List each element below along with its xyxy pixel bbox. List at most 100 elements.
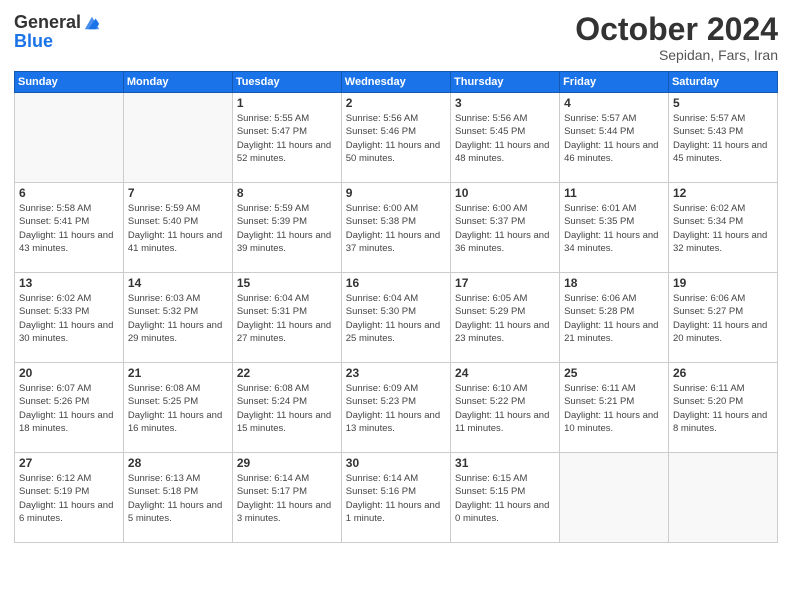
day-number: 9 [346, 186, 446, 200]
day-detail: Sunrise: 5:57 AMSunset: 5:43 PMDaylight:… [673, 112, 773, 165]
day-header-monday: Monday [123, 72, 232, 93]
calendar-day-cell: 31 Sunrise: 6:15 AMSunset: 5:15 PMDayligh… [451, 453, 560, 543]
calendar-day-cell: 15 Sunrise: 6:04 AMSunset: 5:31 PMDayligh… [232, 273, 341, 363]
title-block: October 2024 Sepidan, Fars, Iran [575, 12, 778, 63]
logo-icon [83, 14, 101, 32]
calendar-week-row: 20 Sunrise: 6:07 AMSunset: 5:26 PMDayligh… [15, 363, 778, 453]
day-number: 16 [346, 276, 446, 290]
day-number: 4 [564, 96, 664, 110]
calendar-day-cell: 19 Sunrise: 6:06 AMSunset: 5:27 PMDayligh… [668, 273, 777, 363]
calendar-week-row: 27 Sunrise: 6:12 AMSunset: 5:19 PMDayligh… [15, 453, 778, 543]
day-number: 21 [128, 366, 228, 380]
calendar-day-cell: 29Sunrise: 6:14 AMSunset: 5:17 PMDayligh… [232, 453, 341, 543]
day-header-saturday: Saturday [668, 72, 777, 93]
location-text: Sepidan, Fars, Iran [575, 47, 778, 63]
day-number: 29 [237, 456, 337, 470]
day-number: 7 [128, 186, 228, 200]
day-number: 17 [455, 276, 555, 290]
calendar-day-cell: 8Sunrise: 5:59 AMSunset: 5:39 PMDaylight… [232, 183, 341, 273]
day-detail: Sunrise: 5:57 AMSunset: 5:44 PMDaylight:… [564, 112, 664, 165]
day-number: 19 [673, 276, 773, 290]
calendar-day-cell: 12 Sunrise: 6:02 AMSunset: 5:34 PMDayligh… [668, 183, 777, 273]
day-detail: Sunrise: 6:13 AMSunset: 5:18 PMDaylight:… [128, 472, 228, 525]
day-detail: Sunrise: 5:56 AMSunset: 5:46 PMDaylight:… [346, 112, 446, 165]
day-number: 24 [455, 366, 555, 380]
day-detail: Sunrise: 5:56 AMSunset: 5:45 PMDaylight:… [455, 112, 555, 165]
day-detail: Sunrise: 6:15 AMSunset: 5:15 PMDaylight:… [455, 472, 555, 525]
day-detail: Sunrise: 6:06 AMSunset: 5:27 PMDaylight:… [673, 292, 773, 345]
day-detail: Sunrise: 6:11 AMSunset: 5:20 PMDaylight:… [673, 382, 773, 435]
day-number: 3 [455, 96, 555, 110]
day-detail: Sunrise: 6:04 AMSunset: 5:31 PMDaylight:… [237, 292, 337, 345]
calendar-day-cell: 9 Sunrise: 6:00 AMSunset: 5:38 PMDaylight… [341, 183, 450, 273]
calendar-day-cell: 7 Sunrise: 5:59 AMSunset: 5:40 PMDaylight… [123, 183, 232, 273]
day-number: 14 [128, 276, 228, 290]
day-detail: Sunrise: 6:07 AMSunset: 5:26 PMDaylight:… [19, 382, 119, 435]
calendar-week-row: 6Sunrise: 5:58 AMSunset: 5:41 PMDaylight… [15, 183, 778, 273]
day-header-wednesday: Wednesday [341, 72, 450, 93]
day-number: 23 [346, 366, 446, 380]
day-number: 13 [19, 276, 119, 290]
calendar-day-cell: 16 Sunrise: 6:04 AMSunset: 5:30 PMDayligh… [341, 273, 450, 363]
calendar-empty-cell [123, 93, 232, 183]
day-detail: Sunrise: 6:02 AMSunset: 5:33 PMDaylight:… [19, 292, 119, 345]
calendar-day-cell: 22Sunrise: 6:08 AMSunset: 5:24 PMDayligh… [232, 363, 341, 453]
calendar-week-row: 1 Sunrise: 5:55 AMSunset: 5:47 PMDaylight… [15, 93, 778, 183]
calendar-day-cell: 21 Sunrise: 6:08 AMSunset: 5:25 PMDayligh… [123, 363, 232, 453]
calendar-day-cell: 25Sunrise: 6:11 AMSunset: 5:21 PMDayligh… [560, 363, 669, 453]
calendar-day-cell: 10Sunrise: 6:00 AMSunset: 5:37 PMDayligh… [451, 183, 560, 273]
day-number: 2 [346, 96, 446, 110]
day-number: 11 [564, 186, 664, 200]
day-detail: Sunrise: 6:00 AMSunset: 5:38 PMDaylight:… [346, 202, 446, 255]
day-header-friday: Friday [560, 72, 669, 93]
day-number: 31 [455, 456, 555, 470]
day-detail: Sunrise: 5:59 AMSunset: 5:40 PMDaylight:… [128, 202, 228, 255]
calendar-day-cell: 5 Sunrise: 5:57 AMSunset: 5:43 PMDaylight… [668, 93, 777, 183]
day-number: 27 [19, 456, 119, 470]
day-number: 30 [346, 456, 446, 470]
calendar-week-row: 13 Sunrise: 6:02 AMSunset: 5:33 PMDayligh… [15, 273, 778, 363]
day-number: 1 [237, 96, 337, 110]
day-detail: Sunrise: 6:12 AMSunset: 5:19 PMDaylight:… [19, 472, 119, 525]
calendar-table: SundayMondayTuesdayWednesdayThursdayFrid… [14, 71, 778, 543]
day-number: 18 [564, 276, 664, 290]
calendar-empty-cell [15, 93, 124, 183]
day-detail: Sunrise: 6:01 AMSunset: 5:35 PMDaylight:… [564, 202, 664, 255]
day-number: 8 [237, 186, 337, 200]
day-number: 28 [128, 456, 228, 470]
calendar-day-cell: 27 Sunrise: 6:12 AMSunset: 5:19 PMDayligh… [15, 453, 124, 543]
day-detail: Sunrise: 6:08 AMSunset: 5:25 PMDaylight:… [128, 382, 228, 435]
day-number: 6 [19, 186, 119, 200]
day-header-sunday: Sunday [15, 72, 124, 93]
calendar-empty-cell [668, 453, 777, 543]
day-detail: Sunrise: 6:14 AMSunset: 5:16 PMDaylight:… [346, 472, 446, 525]
calendar-day-cell: 20 Sunrise: 6:07 AMSunset: 5:26 PMDayligh… [15, 363, 124, 453]
calendar-day-cell: 30 Sunrise: 6:14 AMSunset: 5:16 PMDayligh… [341, 453, 450, 543]
day-detail: Sunrise: 6:10 AMSunset: 5:22 PMDaylight:… [455, 382, 555, 435]
day-header-tuesday: Tuesday [232, 72, 341, 93]
calendar-day-cell: 17Sunrise: 6:05 AMSunset: 5:29 PMDayligh… [451, 273, 560, 363]
calendar-day-cell: 11 Sunrise: 6:01 AMSunset: 5:35 PMDayligh… [560, 183, 669, 273]
day-detail: Sunrise: 5:55 AMSunset: 5:47 PMDaylight:… [237, 112, 337, 165]
day-number: 20 [19, 366, 119, 380]
calendar-day-cell: 1 Sunrise: 5:55 AMSunset: 5:47 PMDaylight… [232, 93, 341, 183]
day-detail: Sunrise: 6:02 AMSunset: 5:34 PMDaylight:… [673, 202, 773, 255]
day-number: 5 [673, 96, 773, 110]
calendar-day-cell: 13 Sunrise: 6:02 AMSunset: 5:33 PMDayligh… [15, 273, 124, 363]
calendar-day-cell: 18Sunrise: 6:06 AMSunset: 5:28 PMDayligh… [560, 273, 669, 363]
day-detail: Sunrise: 6:04 AMSunset: 5:30 PMDaylight:… [346, 292, 446, 345]
day-number: 12 [673, 186, 773, 200]
day-number: 26 [673, 366, 773, 380]
day-number: 25 [564, 366, 664, 380]
day-detail: Sunrise: 6:03 AMSunset: 5:32 PMDaylight:… [128, 292, 228, 345]
day-number: 15 [237, 276, 337, 290]
logo: General Blue [14, 12, 101, 52]
calendar-header-row: SundayMondayTuesdayWednesdayThursdayFrid… [15, 72, 778, 93]
calendar-day-cell: 26 Sunrise: 6:11 AMSunset: 5:20 PMDayligh… [668, 363, 777, 453]
day-detail: Sunrise: 6:00 AMSunset: 5:37 PMDaylight:… [455, 202, 555, 255]
day-header-thursday: Thursday [451, 72, 560, 93]
day-number: 22 [237, 366, 337, 380]
logo-general-text: General [14, 12, 81, 33]
day-detail: Sunrise: 6:09 AMSunset: 5:23 PMDaylight:… [346, 382, 446, 435]
calendar-day-cell: 28 Sunrise: 6:13 AMSunset: 5:18 PMDayligh… [123, 453, 232, 543]
